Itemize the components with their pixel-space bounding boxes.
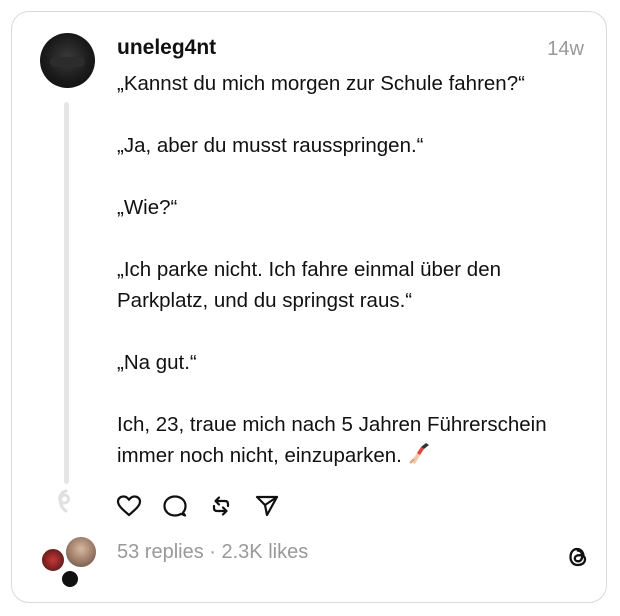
- comment-icon[interactable]: [162, 493, 188, 519]
- share-icon[interactable]: [254, 493, 280, 519]
- thread-loop-icon: [58, 489, 70, 513]
- action-bar: [116, 493, 280, 519]
- post-line: „Kannst du mich morgen zur Schule fahren…: [117, 72, 525, 95]
- post-line: Ich, 23, traue mich nach 5 Jahren Führer…: [117, 413, 547, 467]
- post-line: „Ja, aber du musst rausspringen.“: [117, 134, 424, 157]
- post-line: „Ich parke nicht. Ich fahre einmal über …: [117, 258, 502, 312]
- post-line: „Na gut.“: [117, 351, 197, 374]
- post-time[interactable]: 14w: [547, 38, 584, 61]
- post-line-last: Ich, 23, traue mich nach 5 Jahren Führer…: [117, 409, 587, 471]
- reply-avatar[interactable]: [60, 569, 80, 589]
- reply-avatar[interactable]: [40, 547, 66, 573]
- post-text: „Kannst du mich morgen zur Schule fahren…: [117, 68, 587, 471]
- reply-avatars: [38, 535, 98, 590]
- repost-icon[interactable]: [208, 493, 234, 519]
- nail-polish-icon: [409, 443, 429, 464]
- username[interactable]: uneleg4nt: [117, 36, 216, 60]
- reply-avatar[interactable]: [64, 535, 98, 569]
- avatar[interactable]: [40, 33, 95, 88]
- engagement-stats[interactable]: 53 replies · 2.3K likes: [117, 541, 308, 564]
- post-line: „Wie?“: [117, 196, 178, 219]
- thread-line: [64, 102, 69, 484]
- heart-icon[interactable]: [116, 493, 142, 519]
- threads-logo-icon[interactable]: [564, 543, 592, 571]
